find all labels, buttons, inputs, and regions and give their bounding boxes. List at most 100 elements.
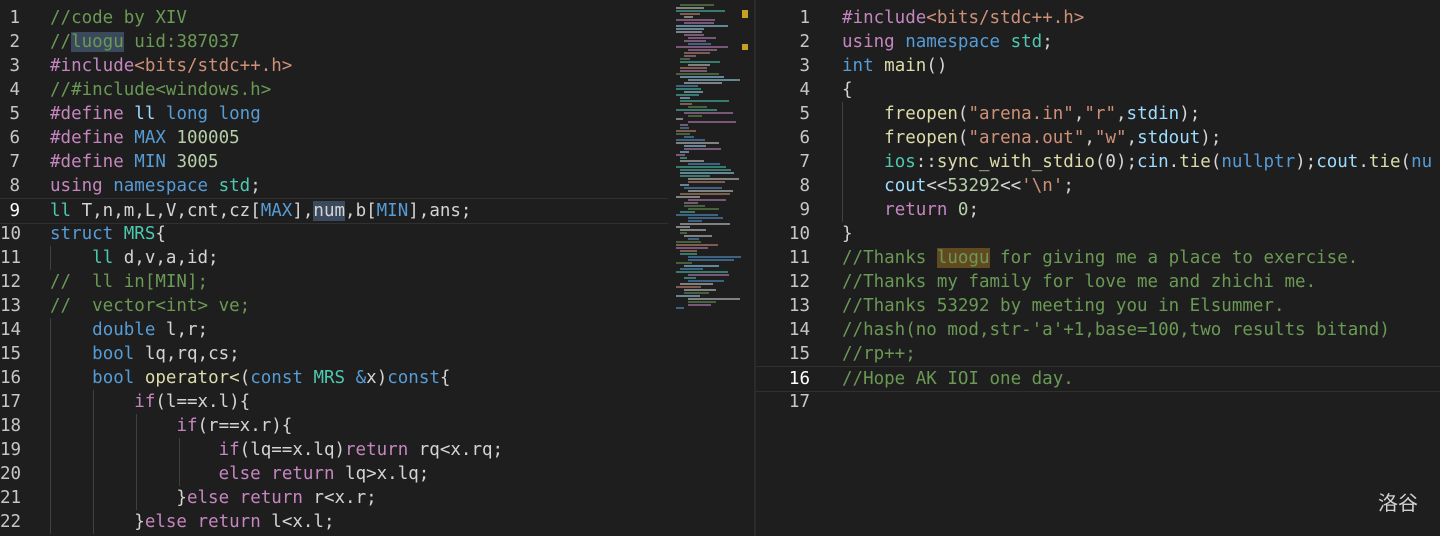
code-line[interactable]: 9 return 0; xyxy=(756,198,1440,222)
code-line[interactable]: 2 //luogu uid:387037 xyxy=(0,30,668,54)
code-token: <bits/stdc++.h> xyxy=(134,56,293,76)
line-number: 5 xyxy=(9,104,20,124)
code-token: , xyxy=(1084,128,1095,148)
minimap-line xyxy=(680,100,729,102)
code-token: lq>x.lq; xyxy=(334,464,430,484)
code-line[interactable]: 22 }else return l<x.l; xyxy=(0,510,668,534)
code-line[interactable]: 12 //Thanks my family for love me and zhi… xyxy=(756,270,1440,294)
code-line[interactable]: 5 freopen("arena.in","r",stdin); xyxy=(756,102,1440,126)
minimap-line xyxy=(680,61,720,63)
code-line[interactable]: 15 //rp++; xyxy=(756,342,1440,366)
code-line[interactable]: 2 using namespace std; xyxy=(756,30,1440,54)
right-editor-pane[interactable]: 1 #include<bits/stdc++.h> 2 using namespace… xyxy=(756,0,1440,536)
minimap-line xyxy=(684,289,716,291)
code-text: //code by XIV xyxy=(50,6,187,30)
minimap-line xyxy=(684,187,722,189)
code-line[interactable]: 11 ll d,v,a,id; xyxy=(0,246,668,270)
code-line[interactable]: 8 cout<<53292<<'\n'; xyxy=(756,174,1440,198)
code-token: return xyxy=(197,512,261,532)
minimap-line xyxy=(680,253,697,255)
minimap-line xyxy=(680,211,695,213)
line-number: 11 xyxy=(0,248,22,268)
minimap-line xyxy=(684,292,709,294)
line-number: 22 xyxy=(0,512,22,532)
code-text: ll d,v,a,id; xyxy=(50,246,218,270)
code-line[interactable]: 6 #define MAX 100005 xyxy=(0,126,668,150)
minimap-line xyxy=(676,271,728,273)
code-line[interactable]: 14 //hash(no mod,str-'a'+1,base=100,two r… xyxy=(756,318,1440,342)
code-line[interactable]: 14 double l,r; xyxy=(0,318,668,342)
left-editor-pane[interactable]: 1 //code by XIV 2 //luogu uid:387037 3 #inclu… xyxy=(0,0,668,536)
code-line[interactable]: 12 // ll in[MIN]; xyxy=(0,270,668,294)
minimap-line xyxy=(676,286,701,288)
minimap-line xyxy=(688,301,716,303)
code-line[interactable]: 11 //Thanks luogu for giving me a place t… xyxy=(756,246,1440,270)
code-token: uid:387037 xyxy=(123,32,240,52)
minimap-line xyxy=(680,223,730,225)
code-line[interactable]: 9 ll T,n,m,L,V,cnt,cz[MAX],num,b[MIN],ans… xyxy=(0,198,668,224)
minimap-line xyxy=(676,7,704,9)
code-line[interactable]: 10 struct MRS{ xyxy=(0,222,668,246)
code-token: #include xyxy=(842,8,927,28)
code-token: 53292 xyxy=(947,176,1001,196)
code-line[interactable]: 20 else return lq>x.lq; xyxy=(0,462,668,486)
code-token: // xyxy=(50,32,72,52)
code-token: { xyxy=(155,224,166,244)
code-line[interactable]: 17 xyxy=(756,390,1440,414)
code-line[interactable]: 3 #include<bits/stdc++.h> xyxy=(0,54,668,78)
code-line[interactable]: 10} xyxy=(756,222,1440,246)
code-line[interactable]: 21 }else return r<x.r; xyxy=(0,486,668,510)
code-token: ); xyxy=(1295,152,1317,172)
code-line[interactable]: 6 freopen("arena.out","w",stdout); xyxy=(756,126,1440,150)
code-line[interactable]: 7 #define MIN 3005 xyxy=(0,150,668,174)
minimap-line xyxy=(676,109,717,111)
minimap-line xyxy=(688,280,724,282)
code-token: 3005 xyxy=(176,152,219,172)
code-token: int xyxy=(842,56,874,76)
code-text: // ll in[MIN]; xyxy=(50,270,208,294)
code-line[interactable]: 13 //Thanks 53292 by meeting you in Elsum… xyxy=(756,294,1440,318)
minimap-line xyxy=(676,166,726,168)
code-line[interactable]: 1 #include<bits/stdc++.h> xyxy=(756,6,1440,30)
code-line[interactable]: 5 #define ll long long xyxy=(0,102,668,126)
code-line[interactable]: 3 int main() xyxy=(756,54,1440,78)
code-token: rq<x.rq; xyxy=(408,440,504,460)
code-line[interactable]: 4{ xyxy=(756,78,1440,102)
minimap-line xyxy=(684,136,694,138)
code-line[interactable]: 16 //Hope AK IOI one day. xyxy=(756,366,1440,392)
code-line[interactable]: 15 bool lq,rq,cs; xyxy=(0,342,668,366)
code-line[interactable]: 13 // vector<int> ve; xyxy=(0,294,668,318)
code-token: 100005 xyxy=(176,128,240,148)
code-token: ll xyxy=(92,248,114,268)
code-line[interactable]: 4 //#include<windows.h> xyxy=(0,78,668,102)
code-line[interactable]: 8 using namespace std; xyxy=(0,174,668,198)
code-token: long long xyxy=(165,104,261,124)
code-line[interactable]: 16 bool operator<(const MRS &x)const{ xyxy=(0,366,668,390)
code-text: if(r==x.r){ xyxy=(50,414,292,438)
minimap-line xyxy=(676,133,690,135)
minimap-line xyxy=(688,43,711,45)
code-token: std xyxy=(1000,32,1043,52)
minimap-line xyxy=(688,208,719,210)
minimap-line xyxy=(676,31,702,33)
code-line[interactable]: 7 ios::sync_with_stdio(0);cin.tie(nullpt… xyxy=(756,150,1440,174)
code-line[interactable]: 19 if(lq==x.lq)return rq<x.rq; xyxy=(0,438,668,462)
code-line[interactable]: 18 if(r==x.r){ xyxy=(0,414,668,438)
code-text: freopen("arena.out","w",stdout); xyxy=(842,126,1221,150)
code-line[interactable]: 17 if(l==x.l){ xyxy=(0,390,668,414)
code-line[interactable]: 1 //code by XIV xyxy=(0,6,668,30)
minimap-line xyxy=(680,172,734,174)
minimap-line xyxy=(684,277,696,279)
code-token: #define xyxy=(50,104,124,124)
minimap[interactable] xyxy=(668,0,754,536)
minimap-line xyxy=(676,130,696,132)
minimap-line xyxy=(688,64,710,66)
line-number: 2 xyxy=(9,32,20,52)
minimap-line xyxy=(676,247,708,249)
